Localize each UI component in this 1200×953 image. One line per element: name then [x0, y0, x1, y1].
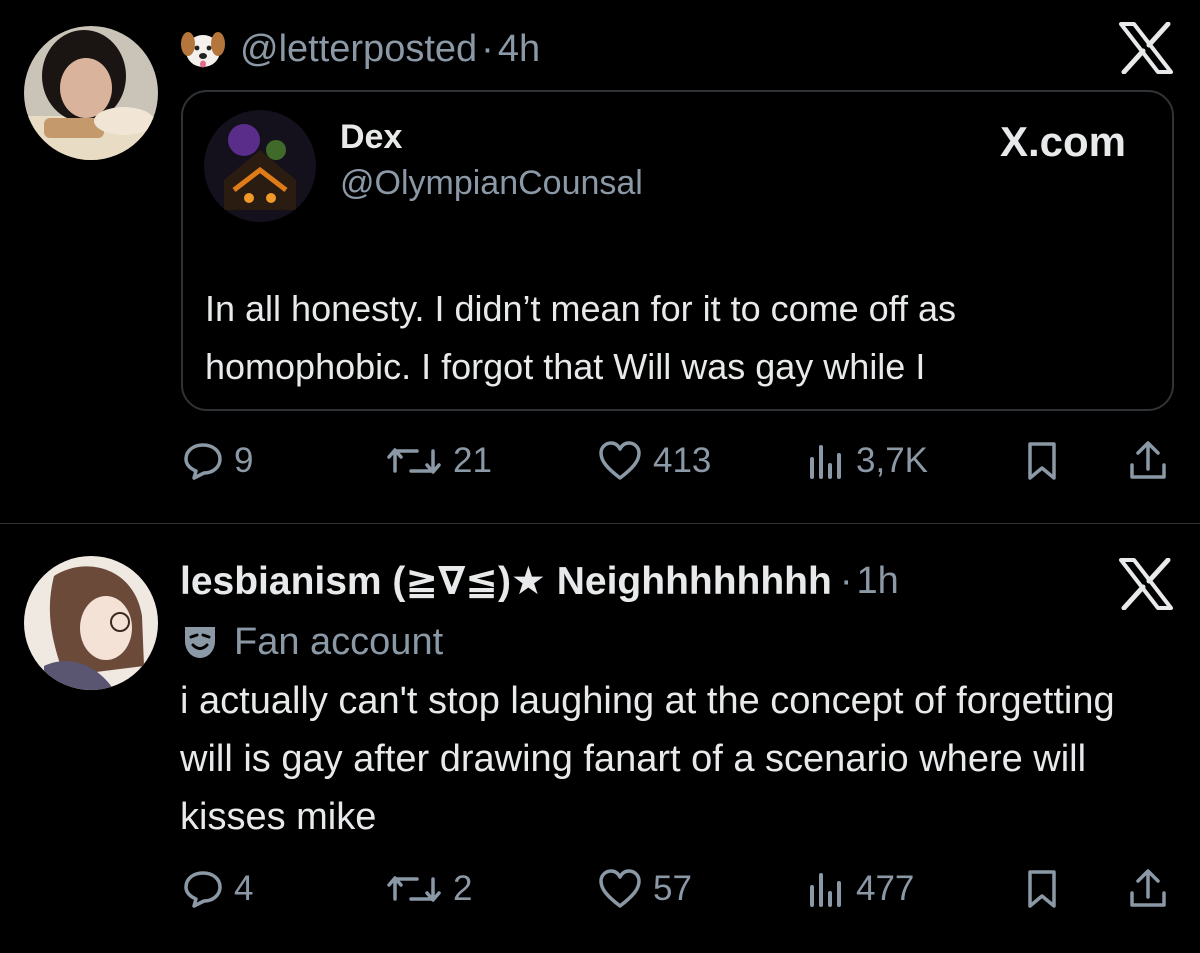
quoted-post-card[interactable]: Dex @OlympianCounsal X.com In all honest… [181, 90, 1174, 411]
fan-account-label: Fan account [182, 618, 443, 666]
bookmark-button[interactable] [1022, 864, 1062, 914]
quoted-brand-label: X.com [999, 118, 1126, 165]
quoted-display-name[interactable]: Dex [340, 118, 402, 157]
reply-count: 4 [234, 869, 254, 908]
post-time-sep: · [839, 559, 853, 602]
like-count: 57 [653, 869, 692, 908]
repost-arrows-icon [387, 448, 441, 474]
repost-count: 2 [453, 869, 473, 908]
post-header: lesbianism (≧∇≦)★ Neighhhhhhhh · 1h [180, 554, 899, 608]
avatar-dex[interactable] [204, 110, 316, 222]
heart-icon [599, 441, 641, 480]
like-button[interactable]: 413 [597, 436, 711, 486]
reply-button[interactable]: 9 [182, 436, 253, 486]
bookmark-icon [1028, 870, 1056, 908]
reply-count: 9 [234, 441, 254, 480]
heart-icon [599, 869, 641, 908]
bar-chart-icon [810, 445, 841, 479]
post-text: i actually can't stop laughing at the co… [180, 680, 1115, 838]
post-time[interactable]: 4h [498, 28, 540, 71]
x-logo-icon [1119, 558, 1173, 610]
post-time-sep: · [481, 27, 494, 70]
speech-bubble-icon [184, 871, 222, 908]
quoted-post-text: In all honesty. I didn’t mean for it to … [205, 288, 957, 387]
theater-mask-icon [185, 627, 215, 658]
views-button[interactable]: 3,7K [806, 436, 928, 486]
like-count: 413 [653, 441, 712, 480]
display-name[interactable]: lesbianism (≧∇≦)★ Neighhhhhhhh [180, 559, 832, 604]
dog-face-emoji-icon [181, 32, 225, 68]
views-button[interactable]: 477 [806, 864, 914, 914]
repost-button[interactable]: 21 [385, 436, 492, 486]
bookmark-icon [1028, 442, 1056, 480]
like-button[interactable]: 57 [597, 864, 692, 914]
speech-bubble-icon [184, 443, 222, 480]
x-logo-icon [1119, 22, 1173, 74]
reply-button[interactable]: 4 [182, 864, 253, 914]
post-handle[interactable]: @letterposted [240, 28, 477, 71]
repost-arrows-icon [387, 876, 441, 902]
action-bar: 9 21 413 3,7K [182, 436, 1172, 486]
view-count: 3,7K [856, 441, 928, 480]
quoted-handle[interactable]: @OlympianCounsal [340, 164, 643, 203]
post-time[interactable]: 1h [856, 560, 898, 603]
bookmark-button[interactable] [1022, 436, 1062, 486]
view-count: 477 [856, 869, 915, 908]
fan-account-text: Fan account [234, 620, 444, 663]
share-icon [1130, 441, 1166, 479]
post-letterposted[interactable]: @letterposted · 4h Dex @OlympianCounsal … [0, 0, 1200, 524]
bar-chart-icon [810, 873, 841, 907]
post-header: @letterposted · 4h [180, 24, 540, 74]
share-button[interactable] [1126, 436, 1170, 486]
post-lesbianism[interactable]: lesbianism (≧∇≦)★ Neighhhhhhhh · 1h Fan … [0, 524, 1200, 953]
share-button[interactable] [1126, 864, 1170, 914]
share-icon [1130, 869, 1166, 907]
avatar-letterposted[interactable] [24, 26, 158, 160]
repost-count: 21 [453, 441, 492, 480]
action-bar: 4 2 57 477 [182, 864, 1172, 914]
avatar-lesbianism[interactable] [24, 556, 158, 690]
repost-button[interactable]: 2 [385, 864, 472, 914]
